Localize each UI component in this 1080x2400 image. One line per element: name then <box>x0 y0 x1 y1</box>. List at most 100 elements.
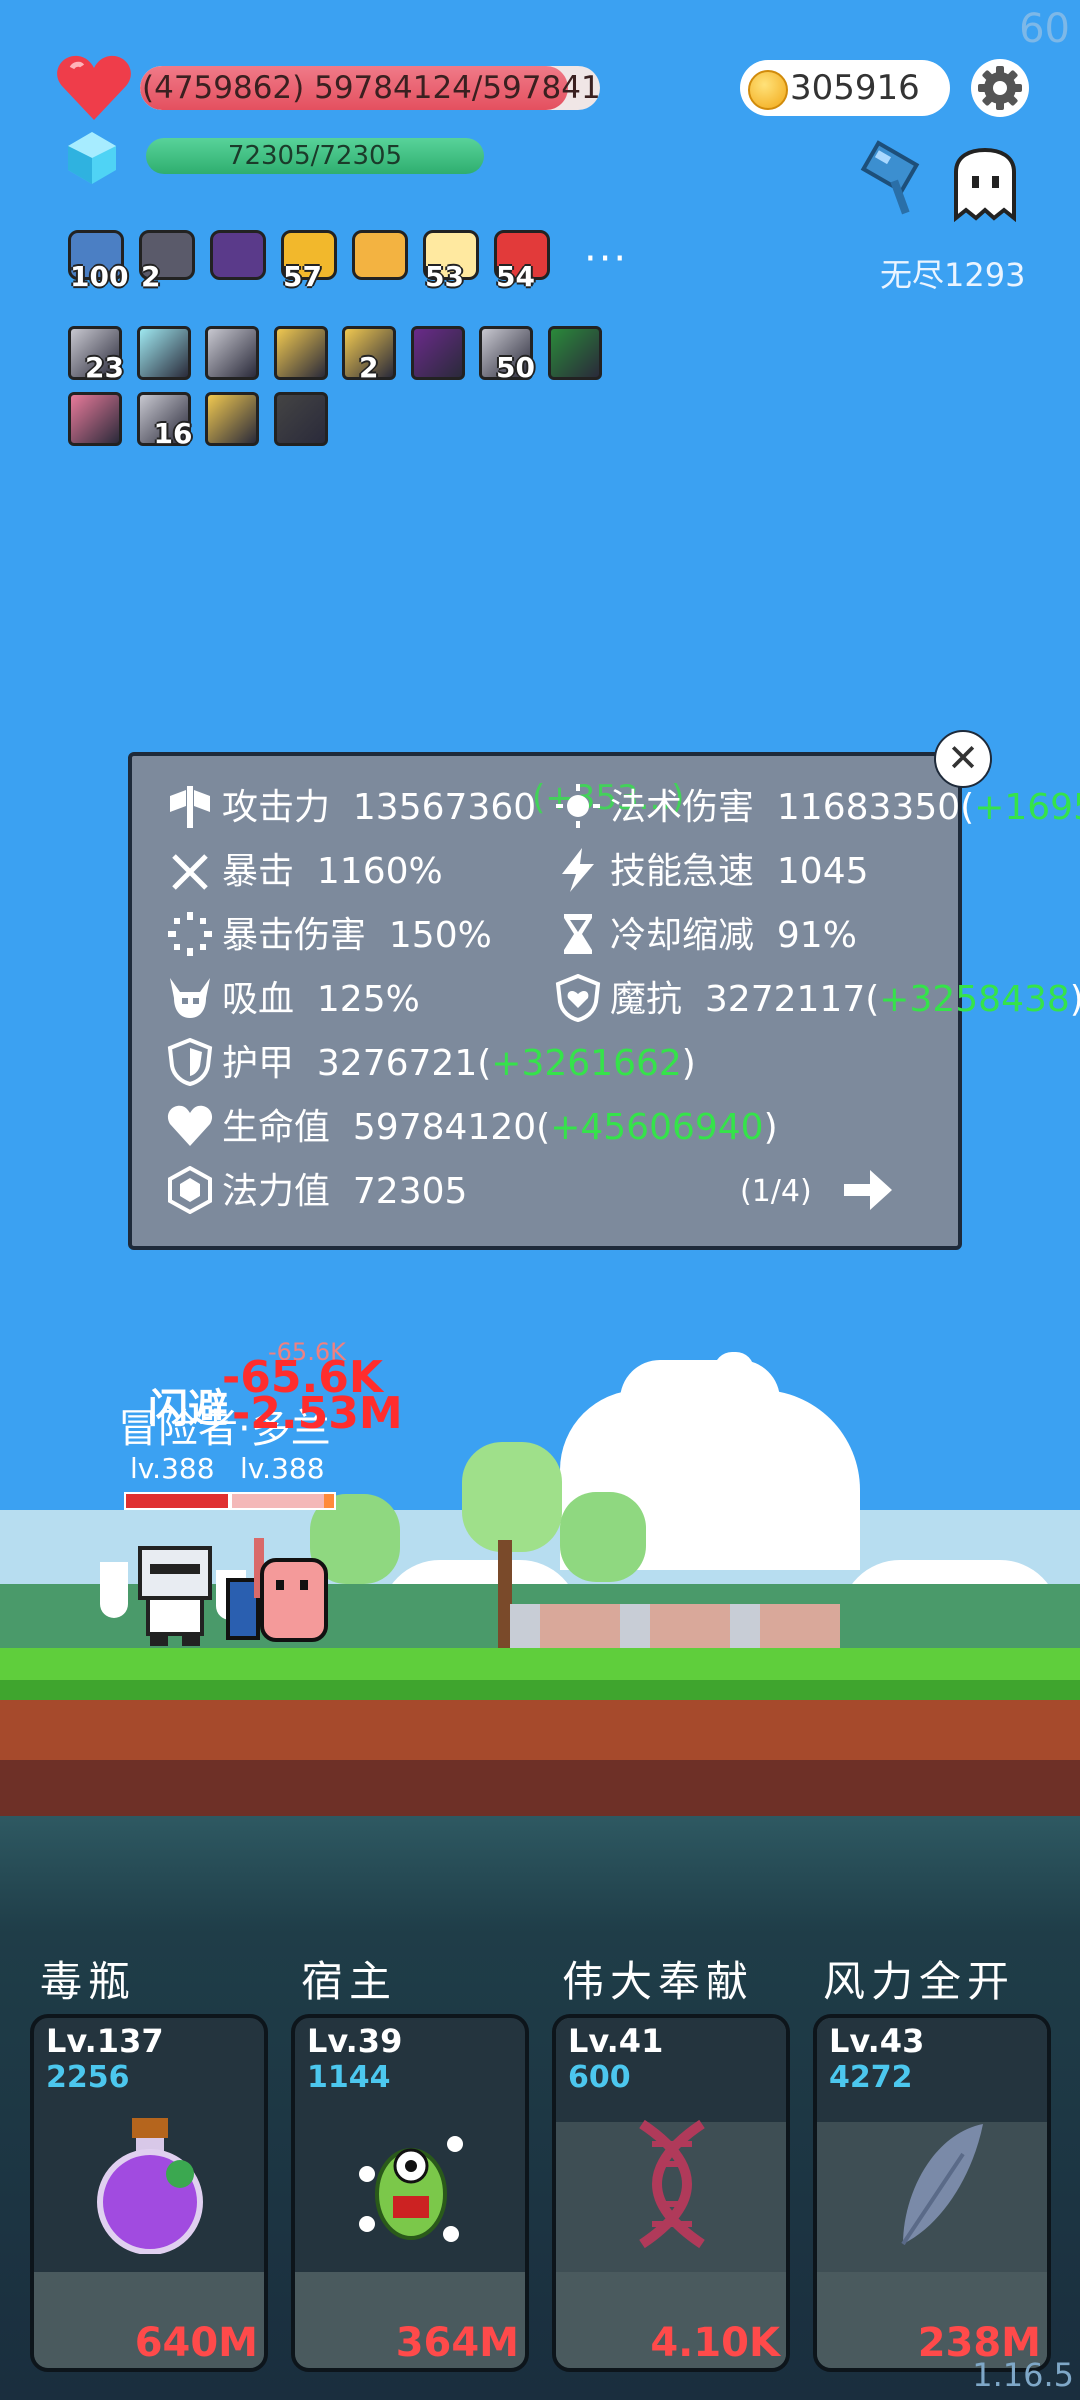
item-slot[interactable]: 57 <box>277 226 341 293</box>
stat-crit-value: 1160% <box>316 851 443 892</box>
stat-armor-value: 3276721 <box>316 1043 478 1084</box>
demon-card-icon[interactable] <box>410 326 465 380</box>
circuit-card-icon[interactable] <box>547 326 602 380</box>
skill-upgrade-card[interactable]: Lv.137 2256 640M <box>30 2014 268 2372</box>
mana-text: 72305/72305 <box>227 141 403 171</box>
cloud-2 <box>620 1360 780 1440</box>
stat-crit-damage-label: 暴击伤害 <box>222 915 367 956</box>
fps-counter: 60 <box>1019 6 1070 52</box>
stat-attack: 攻击力 13567360 <box>222 778 536 830</box>
lightning-icon <box>562 848 594 892</box>
next-page-arrow-icon[interactable] <box>842 1166 894 1214</box>
heart-icon <box>57 55 131 120</box>
stat-crit-damage: 暴击伤害 150% <box>222 906 492 958</box>
mana-crystal-icon <box>68 132 116 184</box>
stat-magic-bonus: +1695 <box>974 787 1080 828</box>
stat-mana-value: 72305 <box>352 1171 468 1212</box>
item-slot[interactable]: 54 <box>490 226 554 293</box>
wizard-hat-icon <box>210 230 266 280</box>
pink-pig-enemy-sprite <box>226 1538 328 1642</box>
sword-card-icon[interactable]: 50 <box>479 326 535 384</box>
skill-level: Lv.43 <box>829 2022 925 2060</box>
lamp-card-icon[interactable] <box>136 326 191 380</box>
sword-card-icon[interactable]: 23 <box>68 326 124 384</box>
coin-icon <box>748 70 788 110</box>
damage-popup-2: -2.53M <box>232 1388 403 1439</box>
item-slot[interactable]: 53 <box>419 226 483 293</box>
stat-crit-damage-value: 150% <box>388 915 492 956</box>
stat-hp: 生命值 59784120(+45606940) <box>222 1107 778 1148</box>
heart-outline-icon <box>167 1105 213 1146</box>
endless-level-label: 无尽1293 <box>880 256 1026 294</box>
hero-level: lv.388 <box>130 1452 215 1485</box>
shield-card-icon[interactable] <box>205 392 259 446</box>
stat-crit: 暴击 1160% <box>222 842 443 894</box>
item-slot[interactable]: 100 <box>64 226 128 293</box>
hourglass-icon <box>564 914 592 954</box>
stat-magic-value: 11683350 <box>776 787 961 828</box>
stat-cooldown-label: 冷却缩减 <box>610 915 755 956</box>
axe-icon <box>170 786 210 828</box>
ground-grass-dark <box>0 1680 1080 1700</box>
skill-value: 4272 <box>829 2060 913 2095</box>
magic-resist-shield-icon <box>555 974 601 1022</box>
item-slot[interactable] <box>206 226 270 290</box>
hp-text: (4759862) 59784124/59784124 <box>142 70 600 106</box>
item-slot[interactable] <box>348 226 412 290</box>
pig-card-icon[interactable] <box>68 392 122 446</box>
stat-haste: 技能急速 1045 <box>610 842 869 894</box>
skill-cost: 4.10K <box>650 2320 780 2366</box>
hp-bar: (4759862) 59784124/59784124 <box>140 66 600 110</box>
more-items-button[interactable]: ··· <box>584 236 628 282</box>
skill-level: Lv.41 <box>568 2022 664 2060</box>
mana-gem-icon <box>168 1166 212 1214</box>
stat-attack-value: 13567360 <box>352 787 537 828</box>
magic-sun-icon <box>556 784 600 828</box>
ghost-icon[interactable] <box>948 148 1022 222</box>
close-panel-button[interactable]: ✕ <box>934 730 992 788</box>
stat-lifesteal-label: 吸血 <box>222 979 295 1020</box>
skill-level: Lv.137 <box>46 2022 164 2060</box>
stat-mana-label: 法力值 <box>222 1171 331 1212</box>
armor-shield-icon <box>167 1038 213 1086</box>
armor-card-icon[interactable] <box>273 392 328 446</box>
skill-upgrade-card[interactable]: Lv.39 1144 364M <box>291 2014 529 2372</box>
shield-card-icon[interactable] <box>273 326 328 380</box>
skill-value: 2256 <box>46 2060 130 2095</box>
equipment-count: 2 <box>359 351 379 384</box>
skill-name: 宿主 <box>301 1957 398 2006</box>
item-slot[interactable]: 2 <box>135 226 199 293</box>
cloud-3 <box>714 1352 754 1388</box>
settings-gear-icon[interactable] <box>970 58 1030 118</box>
stat-haste-value: 1045 <box>776 851 869 892</box>
skill-upgrade-card[interactable]: Lv.43 4272 238M <box>813 2014 1051 2372</box>
dodge-popup: 闪避 <box>148 1386 228 1432</box>
shield-left-icon <box>100 1562 128 1618</box>
stat-mana: 法力值 72305 <box>222 1162 467 1214</box>
stat-hp-label: 生命值 <box>222 1107 331 1148</box>
coin-amount: 305916 <box>790 68 920 108</box>
sword-card-icon[interactable]: 16 <box>136 392 192 450</box>
stat-cooldown: 冷却缩减 91% <box>610 906 857 958</box>
dna-icon <box>612 2114 732 2258</box>
potion-icon <box>90 2114 210 2258</box>
stat-lifesteal: 吸血 125% <box>222 970 420 1022</box>
tree-2 <box>560 1492 646 1582</box>
sword-card-icon[interactable] <box>205 326 259 380</box>
stat-attack-label: 攻击力 <box>222 787 331 828</box>
shield-card-icon[interactable]: 2 <box>342 326 396 384</box>
ground-dirt <box>0 1700 1080 1760</box>
hero-health-bar <box>124 1492 230 1510</box>
skill-name: 毒瓶 <box>40 1957 137 2006</box>
hammer-icon[interactable] <box>858 140 938 220</box>
item-count: 53 <box>425 260 464 293</box>
skill-upgrade-card[interactable]: Lv.41 600 4.10K <box>552 2014 790 2372</box>
equipment-count: 50 <box>496 351 535 384</box>
version-label: 1.16.5 <box>972 2356 1074 2394</box>
skill-cost: 364M <box>395 2320 519 2366</box>
enemy-level: lv.388 <box>240 1452 325 1485</box>
coin-counter: 305916 <box>740 60 950 116</box>
vampire-skull-icon <box>170 978 210 1018</box>
skill-level: Lv.39 <box>307 2022 403 2060</box>
tree-1 <box>462 1442 562 1552</box>
